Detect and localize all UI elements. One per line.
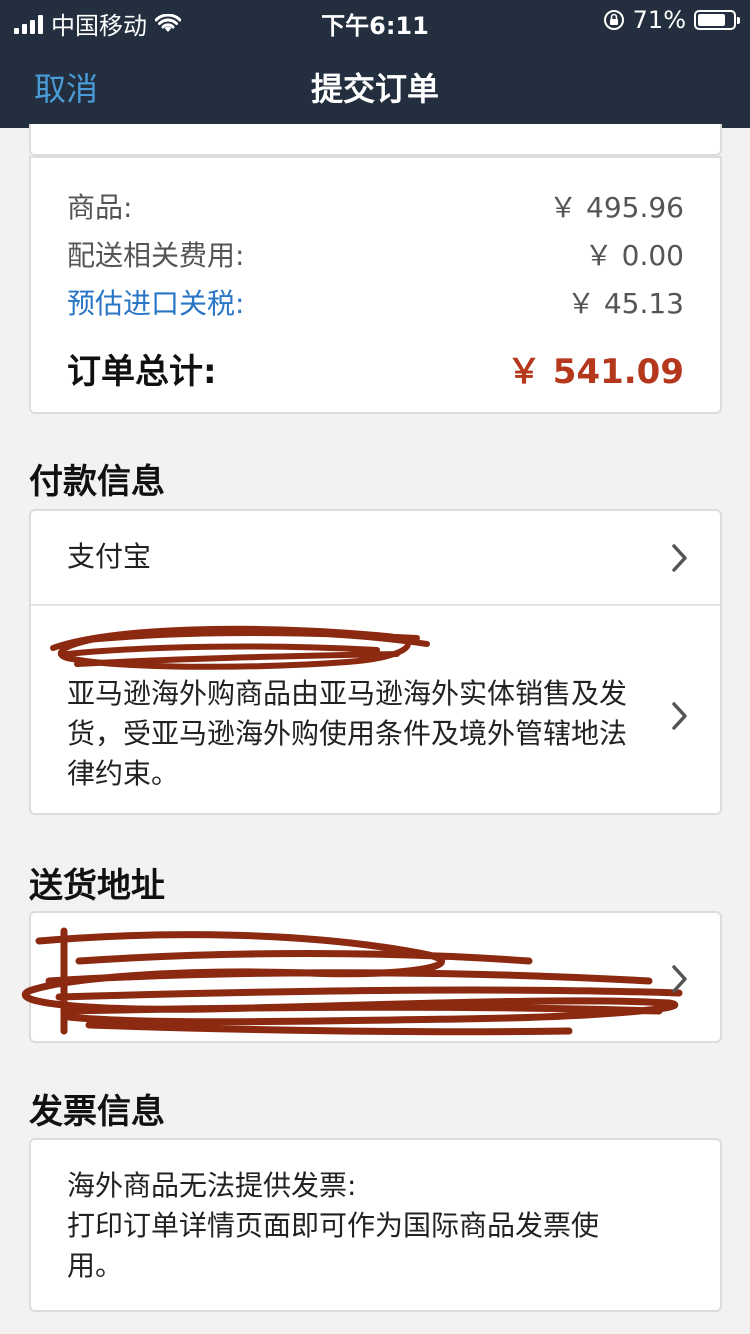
previous-card-bottom: [29, 124, 722, 156]
import-tax-value: ￥ 45.13: [566, 287, 684, 320]
status-bar: 中国移动 下午6:11 71%: [0, 0, 750, 40]
chevron-right-icon: [672, 702, 687, 730]
order-summary-card: 商品: ￥ 495.96 配送相关费用: ￥ 0.00 预估进口关税: ￥ 45…: [29, 156, 722, 414]
shipping-section-title: 送货地址: [29, 866, 165, 906]
nav-bar: 取消 提交订单: [0, 56, 750, 112]
chevron-right-icon: [672, 965, 687, 993]
shipping-fee-value: ￥ 0.00: [584, 239, 684, 272]
shipping-fee-label: 配送相关费用:: [67, 239, 245, 272]
order-total-value: ￥ 541.09: [506, 352, 684, 392]
order-total-label: 订单总计:: [67, 352, 217, 392]
chevron-right-icon: [672, 544, 687, 572]
payment-section-title: 付款信息: [29, 462, 165, 502]
redaction-scribble: [21, 927, 683, 1036]
page-title: 提交订单: [310, 70, 439, 108]
shipping-fee-row: 配送相关费用: ￥ 0.00: [67, 234, 684, 274]
order-total-row: 订单总计: ￥ 541.09: [67, 344, 684, 393]
payment-card: 支付宝 亚马逊海外购商品由亚马逊海外实体销售及发货，受亚马逊海外购使用条件及境外…: [29, 509, 722, 815]
items-value: ￥ 495.96: [549, 191, 684, 224]
invoice-line-2: 打印订单详情页面即可作为国际商品发票使用。: [67, 1209, 600, 1282]
identity-notice-text: 亚马逊海外购商品由亚马逊海外实体销售及发货，受亚马逊海外购使用条件及境外管辖地法…: [67, 677, 628, 790]
payment-method-row[interactable]: 支付宝: [31, 511, 720, 604]
shipping-address-card[interactable]: [21, 911, 722, 1043]
identity-notice-row[interactable]: 亚马逊海外购商品由亚马逊海外实体销售及发货，受亚马逊海外购使用条件及境外管辖地法…: [31, 606, 720, 815]
battery-icon: [694, 10, 740, 30]
app-header: 中国移动 下午6:11 71% 取消 提交订单: [0, 0, 750, 128]
battery-percent: 71%: [632, 6, 686, 34]
payment-method-label: 支付宝: [67, 540, 152, 573]
invoice-card: 海外商品无法提供发票: 打印订单详情页面即可作为国际商品发票使用。: [29, 1138, 722, 1312]
invoice-section-title: 发票信息: [29, 1092, 165, 1132]
import-tax-row: 预估进口关税: ￥ 45.13: [67, 282, 684, 322]
import-tax-link[interactable]: 预估进口关税:: [67, 282, 244, 322]
invoice-line-1: 海外商品无法提供发票:: [67, 1169, 357, 1202]
items-row: 商品: ￥ 495.96: [67, 186, 684, 226]
items-label: 商品:: [67, 191, 133, 224]
rotation-lock-icon: [603, 10, 624, 30]
status-right: 71%: [603, 6, 740, 34]
redaction-scribble: [50, 625, 430, 670]
